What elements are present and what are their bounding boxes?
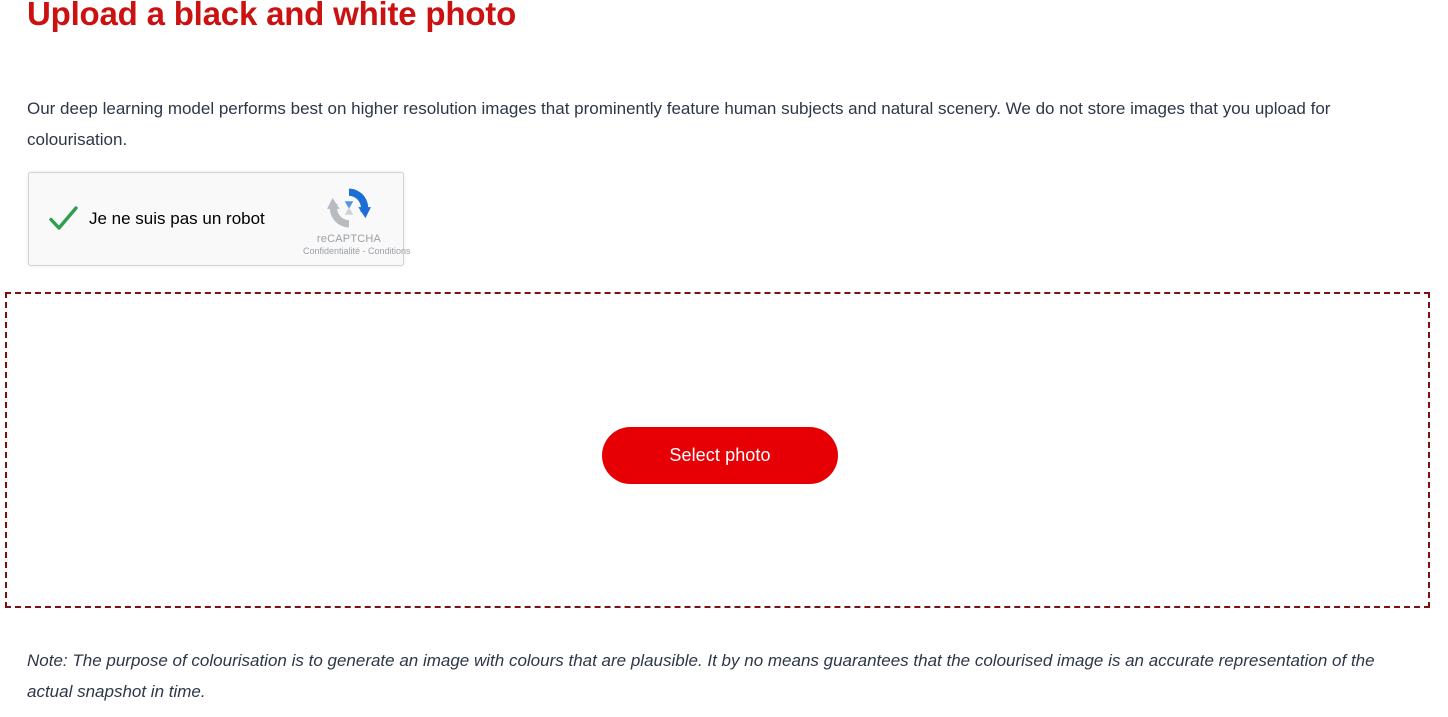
intro-paragraph: Our deep learning model performs best on… [27,99,1331,149]
recaptcha-checkbox-label: Je ne suis pas un robot [89,209,265,228]
recaptcha-widget[interactable]: Je ne suis pas un robot reCAPTCHA Confid… [28,172,411,266]
recaptcha-legal-links[interactable]: Confidentialité - Conditions [303,246,411,257]
recaptcha-brand-name: reCAPTCHA [316,233,382,245]
green-check-icon [49,206,78,230]
recaptcha-logo-icon [327,188,371,228]
recaptcha-checkbox[interactable] [43,199,83,239]
recaptcha-branding: reCAPTCHA Confidentialité - Conditions [303,181,411,257]
page-title: Upload a black and white photo [27,0,517,32]
disclaimer-note: Note: The purpose of colourisation is to… [27,651,1375,701]
recaptcha-inner: Je ne suis pas un robot reCAPTCHA Confid… [29,173,411,265]
select-photo-button[interactable]: Select photo [602,427,838,484]
upload-page: Upload a black and white photo Our deep … [0,0,1448,717]
